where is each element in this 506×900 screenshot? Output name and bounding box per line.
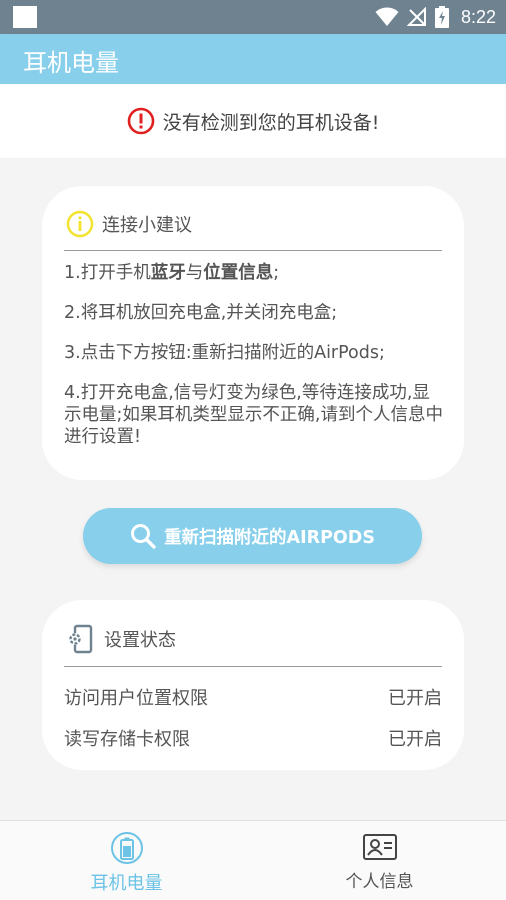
rescan-button-label: 重新扫描附近的AIRPODS — [164, 527, 375, 548]
bottom-nav: 耳机电量 个人信息 — [0, 820, 506, 900]
permission-row: 访问用户位置权限 已开启 — [64, 684, 442, 710]
tip-item: 2.将耳机放回充电盒,并关闭充电盒; — [64, 303, 338, 323]
tip-emphasis: 位置信息 — [203, 263, 274, 283]
nav-label: 耳机电量 — [90, 873, 163, 894]
nav-item-profile[interactable]: 个人信息 — [253, 821, 506, 900]
tip-text: ; — [273, 263, 280, 283]
search-icon — [131, 524, 156, 549]
notification-icon — [13, 6, 37, 28]
nav-item-battery[interactable]: 耳机电量 — [0, 821, 253, 900]
permission-value: 已开启 — [388, 688, 442, 709]
tip-emphasis: 蓝牙 — [150, 263, 186, 283]
divider — [64, 666, 442, 667]
app-bar: 耳机电量 — [0, 34, 506, 84]
battery-icon — [110, 832, 143, 864]
tips-card-header: 连接小建议 — [66, 210, 192, 238]
info-icon — [66, 210, 94, 238]
id-card-icon — [362, 834, 397, 860]
settings-status-card: 设置状态 访问用户位置权限 已开启 读写存储卡权限 已开启 — [42, 600, 464, 770]
permission-value: 已开启 — [388, 729, 442, 750]
wifi-icon — [375, 7, 399, 26]
permission-label: 访问用户位置权限 — [64, 688, 208, 709]
permission-label: 读写存储卡权限 — [64, 729, 190, 750]
nav-label: 个人信息 — [345, 872, 414, 892]
permission-row: 读写存储卡权限 已开启 — [64, 725, 442, 751]
battery-charging-icon — [434, 6, 449, 28]
phone-settings-icon — [69, 624, 93, 654]
tip-item: 4.打开充电盒,信号灯变为绿色,等待连接成功,显示电量;如果耳机类型显示不正确,… — [64, 383, 443, 447]
tip-item: 3.点击下方按钮:重新扫描附近的AirPods; — [64, 343, 385, 363]
page-title: 耳机电量 — [23, 49, 119, 77]
tip-item: 1.打开手机蓝牙与位置信息; — [64, 262, 444, 284]
no-signal-icon — [406, 7, 426, 26]
status-bar: 8:22 — [0, 0, 506, 34]
tips-list: 1.打开手机蓝牙与位置信息; 2.将耳机放回充电盒,并关闭充电盒; 3.点击下方… — [64, 262, 444, 466]
clock: 8:22 — [460, 6, 496, 27]
alert-icon — [127, 107, 154, 135]
alert-banner: 没有检测到您的耳机设备! — [0, 84, 506, 158]
status-icons: 8:22 — [375, 0, 496, 34]
status-card-title: 设置状态 — [104, 630, 176, 651]
status-card-header: 设置状态 — [66, 624, 176, 654]
divider — [64, 250, 442, 251]
tips-card: 连接小建议 1.打开手机蓝牙与位置信息; 2.将耳机放回充电盒,并关闭充电盒; … — [42, 186, 464, 480]
tips-card-title: 连接小建议 — [102, 215, 192, 236]
tip-text: 1.打开手机 — [64, 263, 151, 283]
alert-text: 没有检测到您的耳机设备! — [162, 111, 380, 134]
tip-text: 与 — [185, 263, 204, 283]
rescan-airpods-button[interactable]: 重新扫描附近的AIRPODS — [83, 508, 422, 564]
